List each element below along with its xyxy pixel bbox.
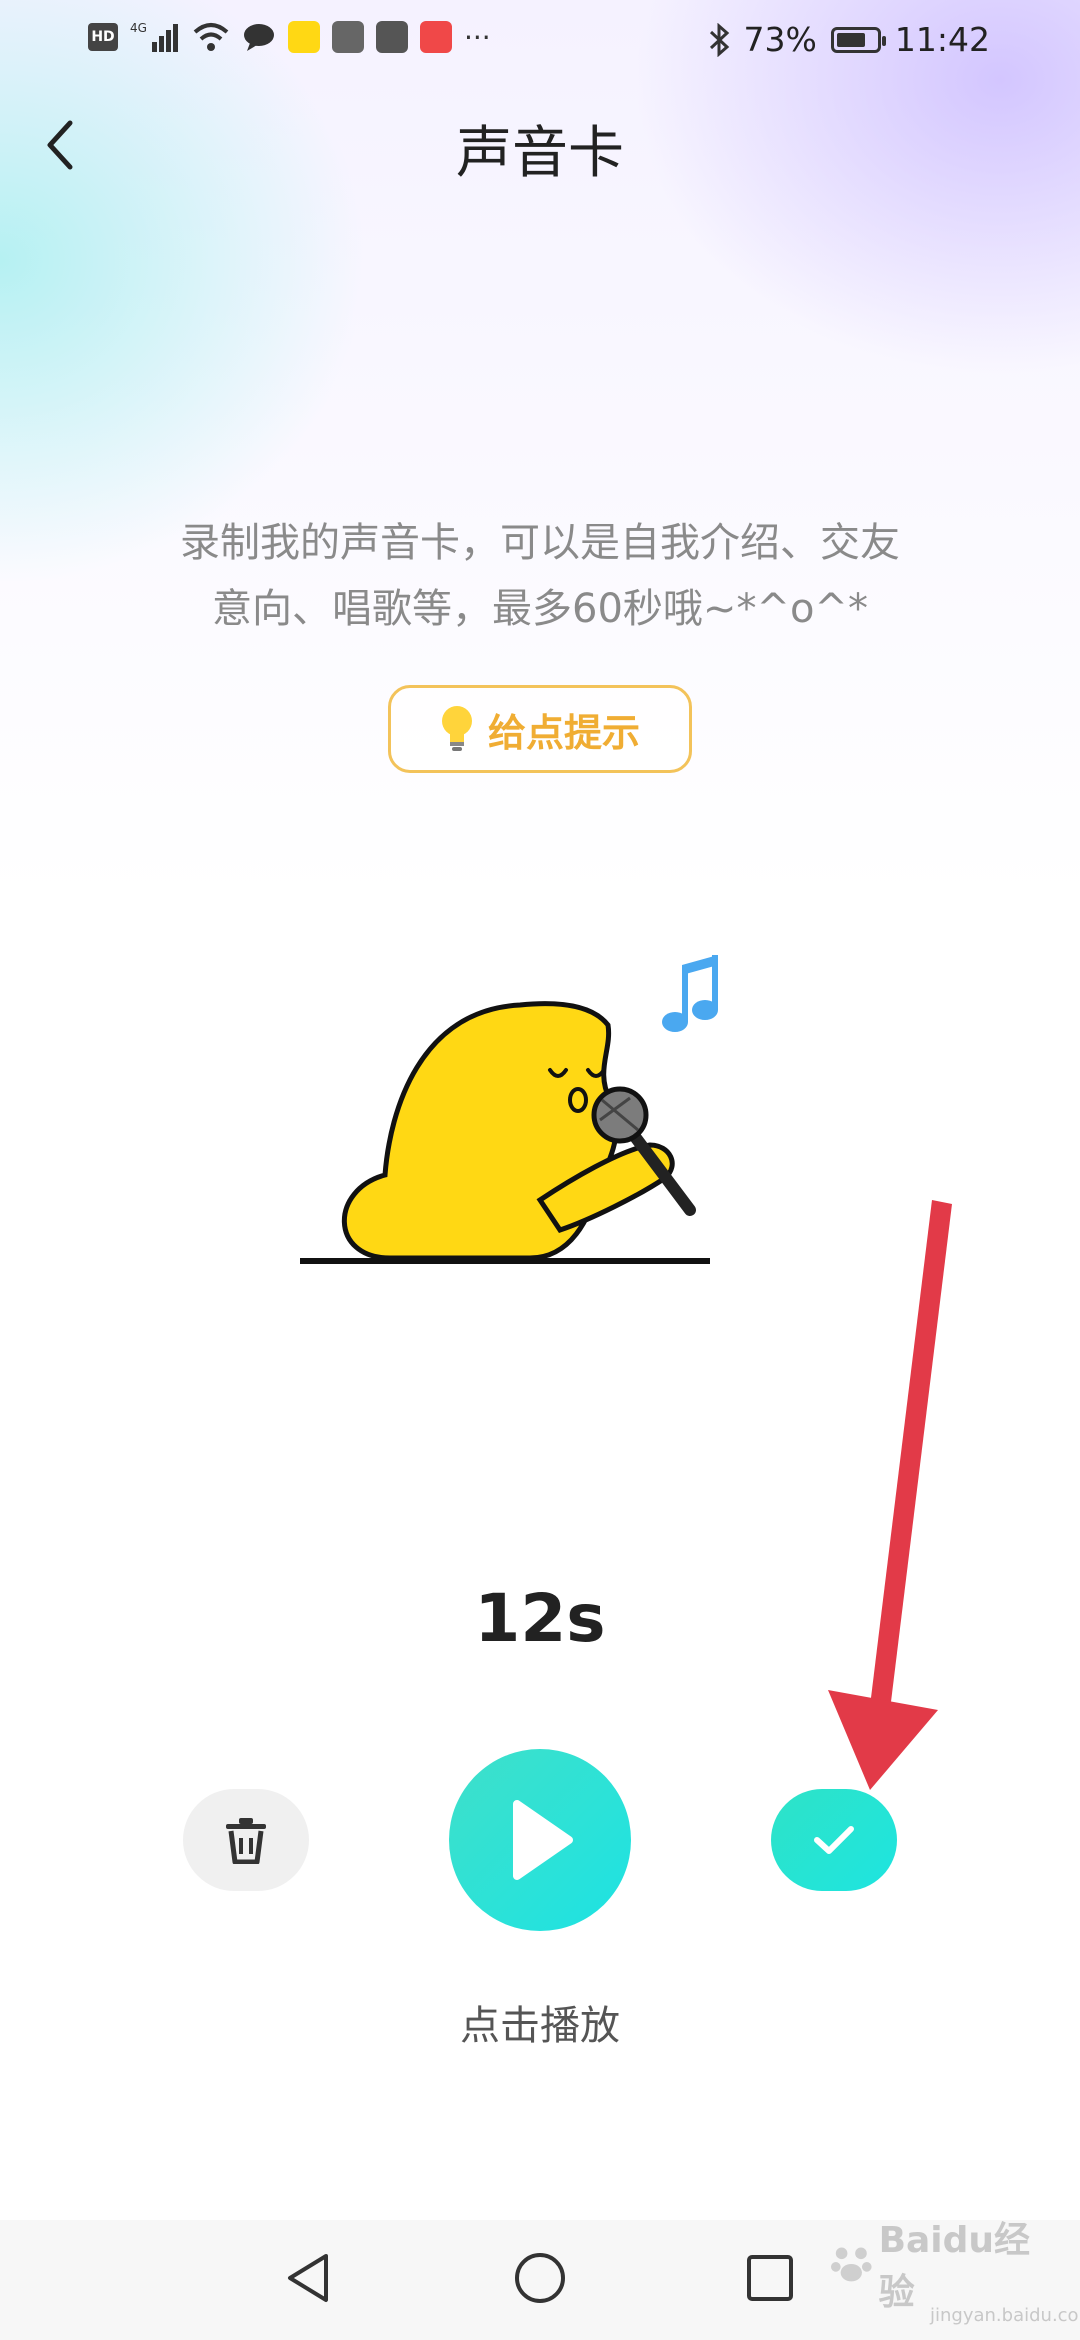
wifi-icon: [193, 23, 229, 51]
status-left-icons: HD 4G ···: [88, 20, 491, 54]
hint-button-label: 给点提示: [487, 710, 640, 755]
singing-mascot-illustration: [300, 955, 718, 1264]
trash-icon: [226, 1818, 266, 1864]
battery-percentage: 73%: [743, 20, 817, 59]
hexagon-app-icon: [332, 21, 364, 53]
watermark-brand: Baidu经验: [878, 2220, 1031, 2313]
check-icon: [814, 1826, 854, 1854]
square-recents-icon: [747, 2255, 793, 2301]
v-app-icon: [420, 21, 452, 53]
hint-button[interactable]: 给点提示: [388, 685, 692, 773]
battery-icon: [830, 26, 886, 53]
signal-icon: 4G: [130, 21, 178, 52]
annotation-arrow-shaft: [870, 1200, 952, 1710]
circle-home-icon: [515, 2253, 565, 2303]
battery-level-fill: [836, 32, 865, 47]
lightbulb-icon: [441, 706, 472, 751]
annotation-arrow-head: [828, 1690, 938, 1790]
description-line-2: 意向、唱歌等，最多60秒哦~*^o^*: [212, 586, 868, 632]
watermark-url: jingyan.baidu.com: [930, 2305, 1080, 2326]
paw-icon: [830, 2247, 872, 2282]
message-icon: [244, 24, 274, 51]
nav-home-button[interactable]: [510, 2248, 570, 2308]
more-notifications-icon: ···: [464, 20, 491, 54]
network-type-label: 4G: [130, 21, 147, 35]
play-button[interactable]: [449, 1749, 631, 1931]
delete-recording-button[interactable]: [183, 1789, 309, 1891]
mascot-app-icon: [288, 21, 320, 53]
play-hint-label: 点击播放: [460, 2003, 620, 2049]
nav-recents-button[interactable]: [740, 2248, 800, 2308]
clock: 11:42: [894, 20, 990, 59]
hd-icon: HD: [88, 23, 118, 51]
huawei-app-icon: [376, 21, 408, 53]
status-right-icons: 73% 11:42: [708, 20, 990, 59]
music-note-icon: [662, 955, 718, 1032]
description-line-1: 录制我的声音卡，可以是自我介绍、交友: [180, 520, 900, 566]
page-title: 声音卡: [456, 121, 624, 186]
description-text: 录制我的声音卡，可以是自我介绍、交友 意向、唱歌等，最多60秒哦~*^o^*: [120, 510, 960, 642]
nav-back-button[interactable]: [280, 2248, 340, 2308]
annotation-arrow: [828, 1200, 952, 1790]
bluetooth-icon: [709, 22, 729, 57]
triangle-back-icon: [288, 2254, 328, 2302]
baidu-watermark: Baidu经验: [830, 2220, 1060, 2313]
status-bar: HD 4G ··· 73% 11:42: [0, 0, 1080, 80]
play-icon: [513, 1800, 573, 1880]
